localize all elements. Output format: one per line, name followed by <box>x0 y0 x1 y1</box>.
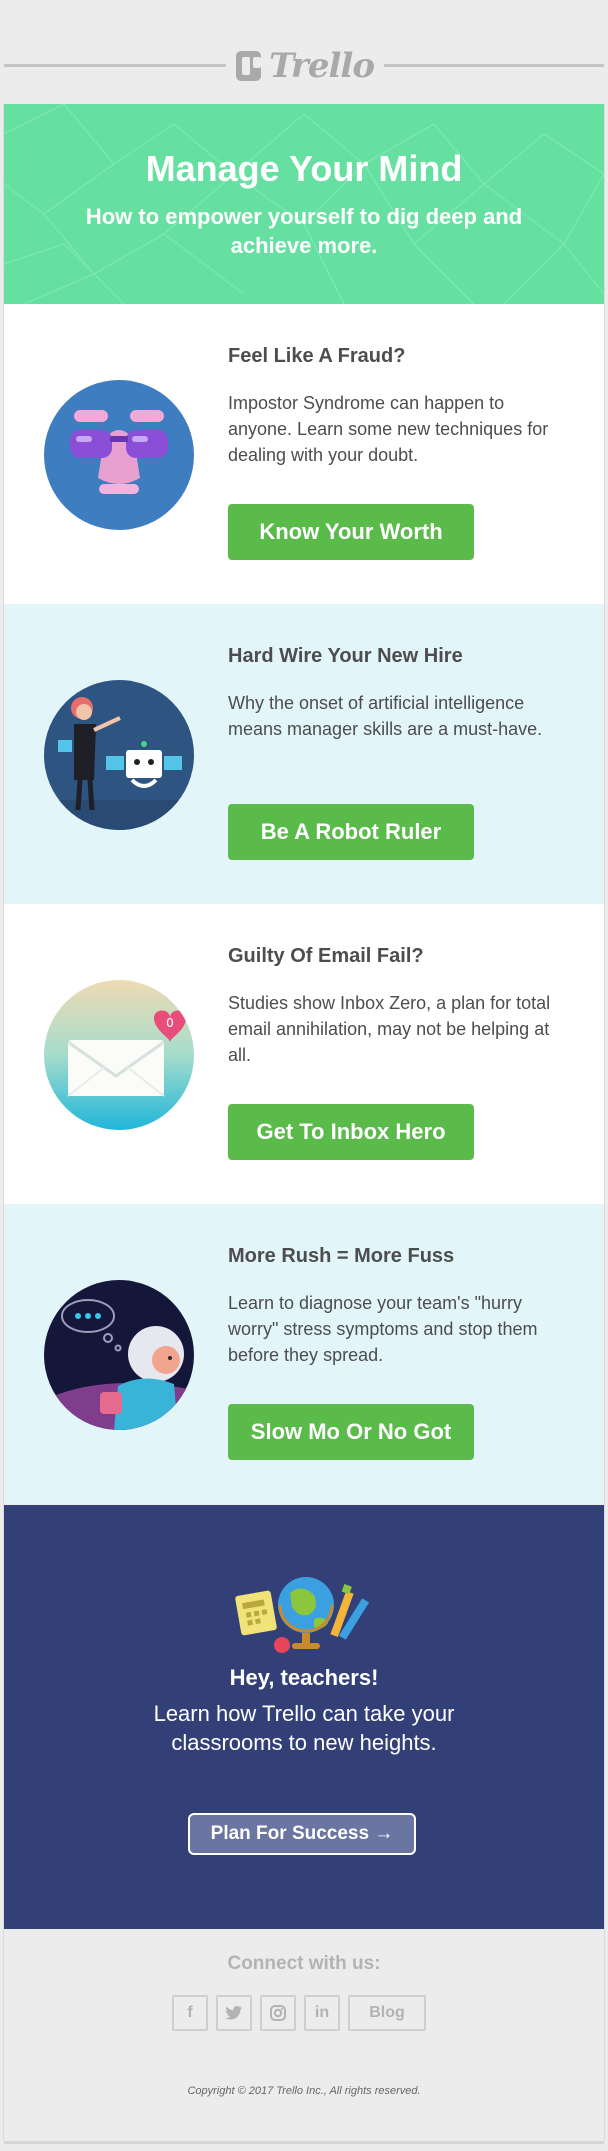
email-footer: Connect with us: f in Blog Copyright © 2… <box>4 1929 604 2141</box>
manager-robot-icon <box>44 680 194 830</box>
article-impostor: Feel Like A Fraud? Impostor Syndrome can… <box>4 304 604 604</box>
article-email-fail: 0 Guilty Of Email Fail? Studies show Inb… <box>4 904 604 1204</box>
article-title: Guilty Of Email Fail? <box>228 945 424 967</box>
get-to-inbox-hero-button[interactable]: Get To Inbox Hero <box>228 1104 474 1160</box>
article-body: Learn to diagnose your team's "hurry wor… <box>228 1293 538 1365</box>
blog-link[interactable]: Blog <box>348 1995 426 2031</box>
header-divider-left <box>4 64 226 67</box>
hero-title: Manage Your Mind <box>145 148 463 189</box>
facebook-icon[interactable]: f <box>172 1995 208 2031</box>
trello-board-icon <box>236 51 262 81</box>
bottom-border <box>4 2141 604 2144</box>
disguise-glasses-icon <box>44 380 194 530</box>
article-body: Impostor Syndrome can happen to anyone. … <box>228 393 549 465</box>
twitter-icon[interactable] <box>216 1995 252 2031</box>
be-a-robot-ruler-button[interactable]: Be A Robot Ruler <box>228 804 474 860</box>
teachers-heading: Hey, teachers! <box>229 1665 379 1690</box>
article-title: Hard Wire Your New Hire <box>228 645 463 667</box>
hero-banner: Manage Your Mind How to empower yourself… <box>4 104 604 304</box>
plan-for-success-button[interactable]: Plan For Success → <box>188 1813 416 1855</box>
svg-text:0: 0 <box>166 1016 174 1030</box>
social-links: f in Blog <box>172 1995 426 2031</box>
instagram-icon[interactable] <box>260 1995 296 2031</box>
connect-heading: Connect with us: <box>227 1953 381 1974</box>
right-border <box>604 104 605 2141</box>
copyright: Copyright © 2017 Trello Inc., All rights… <box>187 2085 421 2097</box>
slow-mo-button[interactable]: Slow Mo Or No Got <box>228 1404 474 1460</box>
article-rush-fuss: More Rush = More Fuss Learn to diagnose … <box>4 1204 604 1504</box>
linkedin-icon[interactable]: in <box>304 1995 340 2031</box>
article-title: Feel Like A Fraud? <box>228 345 406 367</box>
teachers-body: Learn how Trello can take your classroom… <box>153 1701 455 1755</box>
hero-subtitle: How to empower yourself to dig deep and … <box>85 204 523 258</box>
worried-person-icon <box>44 1280 194 1430</box>
article-title: More Rush = More Fuss <box>228 1245 455 1267</box>
know-your-worth-button[interactable]: Know Your Worth <box>228 504 474 560</box>
article-body: Why the onset of artificial intelligence… <box>228 693 543 739</box>
trello-logo[interactable]: Trello <box>236 46 375 86</box>
logo-wordmark: Trello <box>269 46 375 86</box>
teachers-promo: Hey, teachers! Learn how Trello can take… <box>4 1505 604 1929</box>
article-body: Studies show Inbox Zero, a plan for tota… <box>228 993 551 1065</box>
header-divider-right <box>384 64 604 67</box>
article-new-hire: Hard Wire Your New Hire Why the onset of… <box>4 604 604 904</box>
envelope-heart-icon: 0 <box>44 980 194 1130</box>
school-supplies-icon <box>235 1577 370 1653</box>
